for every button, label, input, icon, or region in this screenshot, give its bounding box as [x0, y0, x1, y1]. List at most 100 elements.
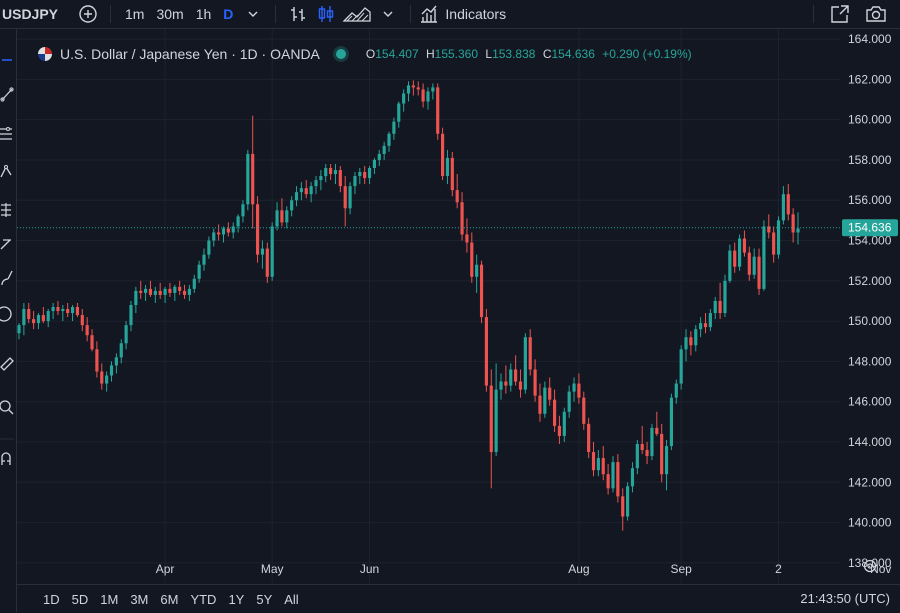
candle [90, 329, 94, 352]
range-3m-button[interactable]: 3M [124, 592, 154, 607]
candle [626, 482, 630, 521]
candle-body [406, 85, 411, 94]
candle [475, 254, 479, 293]
candle-body [587, 423, 591, 453]
candles [17, 80, 800, 531]
candle-body [358, 172, 362, 177]
candle-body [280, 210, 284, 223]
fib-icon[interactable] [0, 125, 16, 143]
utc-clock[interactable]: 21:43:50 (UTC) [800, 591, 890, 606]
candle [577, 373, 581, 404]
candle [207, 236, 211, 259]
crosshair-icon[interactable] [0, 51, 16, 69]
candle [139, 280, 143, 299]
candle-body [285, 210, 289, 223]
candle [377, 149, 381, 166]
candle-body [66, 309, 70, 314]
candle-body [645, 450, 649, 457]
candle-body [484, 317, 488, 386]
x-tick-label: Apr [156, 562, 175, 576]
candle-body [251, 153, 255, 205]
candle-body [596, 458, 600, 471]
candle [173, 284, 177, 301]
candle [514, 355, 518, 386]
candle-body [343, 186, 347, 209]
candles-icon[interactable] [312, 0, 340, 28]
market-status-icon[interactable] [335, 49, 346, 59]
range-1d-button[interactable]: 1D [37, 592, 66, 607]
candle [41, 307, 45, 324]
range-1m-button[interactable]: 1M [94, 592, 124, 607]
candle [397, 101, 401, 128]
y-tick-label: 142.000 [848, 475, 892, 489]
candle-body [221, 228, 226, 235]
range-5y-button[interactable]: 5Y [250, 592, 278, 607]
candle [747, 246, 751, 281]
candle [148, 280, 153, 297]
interval-1h-button[interactable]: 1h [190, 0, 218, 28]
candle-body [148, 288, 153, 295]
range-buttons: 1D 5D 1M 3M 6M YTD 1Y 5Y All [37, 592, 305, 607]
brush-icon[interactable] [0, 269, 16, 287]
fullscreen-icon[interactable] [822, 0, 858, 28]
candle [372, 157, 377, 175]
candle [660, 423, 664, 483]
add-symbol-icon[interactable] [74, 0, 102, 28]
camera-icon[interactable] [858, 0, 894, 28]
y-tick-label: 144.000 [848, 435, 892, 449]
magnet-icon[interactable] [0, 449, 16, 467]
candle [411, 80, 415, 96]
candle-body [207, 240, 211, 255]
price-chart[interactable]: 164.000162.000160.000158.000156.000154.0… [17, 29, 900, 583]
interval-d-button[interactable]: D [217, 0, 239, 28]
range-1y-button[interactable]: 1Y [222, 592, 250, 607]
forecast-icon[interactable] [0, 201, 16, 219]
candle-body [134, 290, 138, 305]
interval-30m-button[interactable]: 30m [150, 0, 189, 28]
candle-body [314, 180, 318, 187]
zoom-icon[interactable] [0, 399, 16, 417]
candle [363, 165, 367, 185]
candle-body [100, 371, 104, 384]
projection-icon[interactable] [0, 235, 16, 253]
ruler-icon[interactable] [0, 353, 16, 371]
candle [309, 182, 313, 203]
candle [737, 234, 742, 271]
candle-body [192, 278, 196, 289]
trendline-icon[interactable] [0, 85, 16, 103]
candle [772, 226, 776, 263]
y-tick-label: 160.000 [848, 113, 892, 127]
candle [36, 313, 41, 330]
candle-body [241, 204, 245, 217]
candle-body [270, 226, 274, 277]
range-ytd-button[interactable]: YTD [184, 592, 222, 607]
candle [75, 302, 80, 318]
range-all-button[interactable]: All [278, 592, 304, 607]
symbol-search-button[interactable]: USDJPY [0, 0, 74, 28]
candle [509, 363, 513, 392]
emoji-icon[interactable] [0, 305, 16, 323]
area-chart-icon[interactable] [340, 0, 374, 28]
x-tick-label: 2 [775, 562, 782, 576]
interval-1m-button[interactable]: 1m [119, 0, 150, 28]
symbol-title[interactable]: U.S. Dollar / Japanese Yen · 1D · OANDA [60, 46, 320, 62]
range-6m-button[interactable]: 6M [154, 592, 184, 607]
candle [275, 202, 279, 231]
candle-body [577, 383, 581, 398]
candle [319, 170, 323, 191]
chevron-down-icon[interactable] [374, 0, 402, 28]
candle-body [630, 468, 635, 487]
candle-body [22, 309, 26, 326]
candle-body [353, 176, 357, 187]
candle-body [737, 238, 742, 267]
bar-chart-icon[interactable] [284, 0, 312, 28]
candle-body [772, 232, 776, 255]
candle-body [528, 337, 532, 370]
indicators-button[interactable]: Indicators [419, 0, 506, 28]
candle-body [567, 391, 571, 412]
range-5d-button[interactable]: 5D [66, 592, 95, 607]
candle [241, 200, 245, 223]
candle [669, 393, 673, 451]
pattern-icon[interactable] [0, 163, 16, 181]
chevron-down-icon[interactable] [239, 0, 267, 28]
